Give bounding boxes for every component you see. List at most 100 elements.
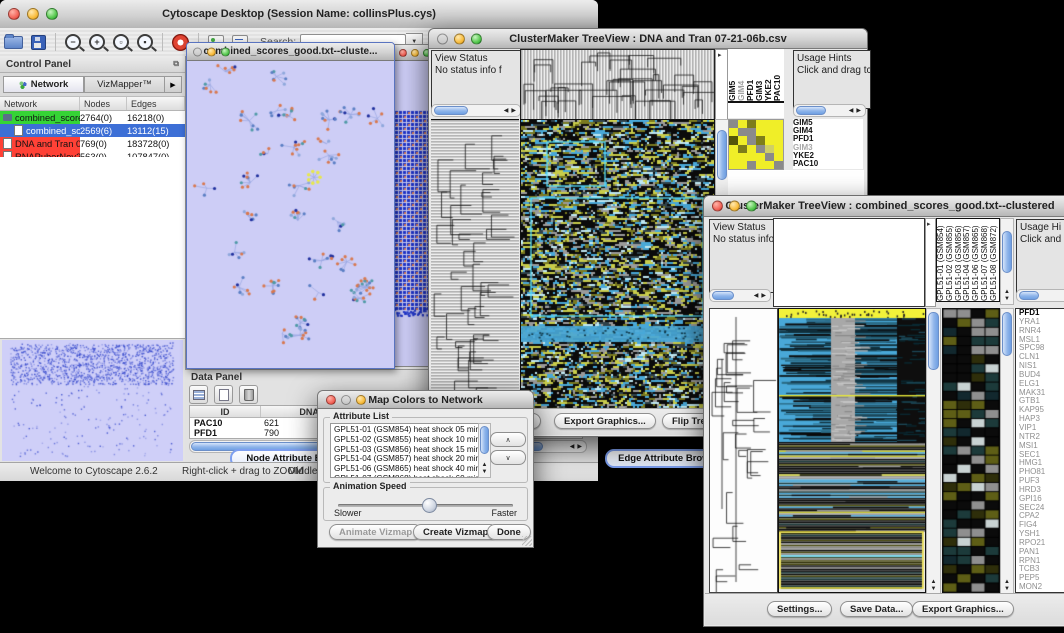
view-status-hscrollbar[interactable]: ◀▶: [709, 289, 771, 302]
heatmap-cell[interactable]: [747, 128, 756, 136]
animation-speed-slider[interactable]: [338, 504, 513, 507]
zoom-heatmap-matrix[interactable]: [728, 119, 784, 170]
zoom-window-icon[interactable]: [746, 201, 757, 212]
dialog-titlebar[interactable]: Map Colors to Network: [318, 391, 533, 409]
save-session-button[interactable]: [31, 32, 46, 52]
treeview1-titlebar[interactable]: ClusterMaker TreeView : DNA and Tran 07-…: [429, 29, 867, 49]
heatmap-cell[interactable]: [747, 153, 756, 161]
zoom-fit-button[interactable]: ▫: [113, 32, 129, 52]
attribute-item[interactable]: GPL51-01 (GSM854) heat shock 05 min: [334, 425, 478, 435]
heatmap-cell[interactable]: [729, 136, 738, 144]
zoom-vscrollbar[interactable]: ▲▼: [1000, 308, 1014, 595]
heatmap-cell[interactable]: [738, 128, 747, 136]
animate-vizmap-button[interactable]: Animate Vizmap: [329, 524, 422, 540]
close-icon[interactable]: [399, 49, 407, 57]
zoom-heatmap-canvas[interactable]: [942, 308, 1000, 593]
heatmap-cell[interactable]: [756, 153, 765, 161]
heatmap-cell[interactable]: [774, 145, 783, 153]
row-dendrogram-canvas[interactable]: [709, 308, 778, 593]
heatmap-cell[interactable]: [774, 120, 783, 128]
column-dendrogram-canvas[interactable]: [520, 49, 715, 120]
new-attribute-button[interactable]: [214, 385, 233, 404]
minimize-icon[interactable]: [729, 201, 740, 212]
scrollbar-thumb[interactable]: [717, 130, 727, 180]
global-vscrollbar[interactable]: ▲▼: [926, 308, 941, 595]
heatmap-cell[interactable]: [756, 128, 765, 136]
table-row[interactable]: DNA and Tran 07 769(0) 183728(0): [0, 137, 185, 150]
dense-network-canvas[interactable]: [394, 61, 432, 365]
view-status-hscrollbar[interactable]: ◀▶: [431, 104, 521, 117]
scrollbar-thumb[interactable]: [796, 106, 826, 115]
scrollbar-thumb[interactable]: [480, 426, 489, 454]
save-data-button[interactable]: Save Data...: [840, 601, 913, 617]
move-down-button[interactable]: ∨: [490, 450, 526, 465]
close-icon[interactable]: [8, 8, 20, 20]
table-row[interactable]: combined_sco 2569(6) 13112(15): [0, 124, 185, 137]
minimize-icon[interactable]: [207, 47, 216, 56]
minimize-icon[interactable]: [341, 395, 351, 405]
more-tabs-button[interactable]: ▶: [165, 76, 182, 93]
attribute-item[interactable]: GPL51-07 (GSM868) heat shock 60 min: [334, 474, 478, 478]
birdseye-overview[interactable]: [2, 340, 183, 461]
usage-hints-hscrollbar[interactable]: ◀▶: [793, 104, 866, 117]
heatmap-cell[interactable]: [729, 153, 738, 161]
export-graphics-button[interactable]: Export Graphics...: [912, 601, 1014, 617]
heatmap-cell[interactable]: [729, 145, 738, 153]
minimize-icon[interactable]: [27, 8, 39, 20]
attribute-item[interactable]: GPL51-06 (GSM865) heat shock 40 min: [334, 464, 478, 474]
heatmap-cell[interactable]: [729, 161, 738, 169]
heatmap-cell[interactable]: [747, 136, 756, 144]
heatmap-cell[interactable]: [756, 145, 765, 153]
main-titlebar[interactable]: Cytoscape Desktop (Session Name: collins…: [0, 0, 598, 29]
slider-thumb[interactable]: [422, 498, 437, 513]
splitter-strip[interactable]: ▸: [715, 49, 728, 120]
heatmap-cell[interactable]: [747, 161, 756, 169]
splitter-strip[interactable]: ▸: [925, 218, 936, 307]
gene-label[interactable]: MON2: [1019, 583, 1064, 592]
heatmap-cell[interactable]: [756, 161, 765, 169]
attribute-list[interactable]: GPL51-01 (GSM854) heat shock 05 min GPL51…: [330, 423, 479, 478]
attribute-item[interactable]: GPL51-03 (GSM856) heat shock 15 min: [334, 445, 478, 455]
heatmap-cell[interactable]: [765, 120, 774, 128]
heatmap-cell[interactable]: [738, 161, 747, 169]
heatmap-cell[interactable]: [738, 153, 747, 161]
heatmap-cell[interactable]: [747, 120, 756, 128]
zoom-selected-button[interactable]: ▪: [137, 32, 153, 52]
heatmap-cell[interactable]: [738, 145, 747, 153]
heatmap-cell[interactable]: [756, 120, 765, 128]
network-view-window[interactable]: combined_scores_good.txt--cluste...: [186, 42, 395, 369]
scrollbar-thumb[interactable]: [712, 291, 734, 300]
scrollbar-thumb[interactable]: [1002, 231, 1012, 273]
heatmap-cell[interactable]: [756, 136, 765, 144]
attribute-item[interactable]: GPL51-04 (GSM857) heat shock 20 min: [334, 454, 478, 464]
heatmap-cell[interactable]: [729, 120, 738, 128]
minimize-icon[interactable]: [454, 33, 465, 44]
zoom-window-icon[interactable]: [356, 395, 366, 405]
global-heatmap-canvas[interactable]: [520, 119, 715, 411]
minimize-icon[interactable]: [411, 49, 419, 57]
tab-network[interactable]: Network: [3, 76, 84, 93]
zoom-window-icon[interactable]: [471, 33, 482, 44]
column-labels-vscrollbar[interactable]: ▲▼: [1000, 218, 1014, 305]
network-window-titlebar[interactable]: combined_scores_good.txt--cluste...: [187, 43, 394, 61]
scrollbar-arrows[interactable]: ◀▶: [570, 443, 586, 450]
scrollbar-thumb[interactable]: [1002, 312, 1012, 356]
heatmap-cell[interactable]: [765, 136, 774, 144]
heatmap-cell[interactable]: [765, 128, 774, 136]
zoom-out-button[interactable]: −: [65, 32, 81, 52]
row-dendrogram-canvas[interactable]: [431, 119, 519, 410]
heatmap-cell[interactable]: [747, 145, 756, 153]
scrollbar-thumb[interactable]: [1019, 291, 1039, 300]
heatmap-cell[interactable]: [774, 136, 783, 144]
gene-list[interactable]: PFD1YRA1RNR4MSL1SPC98CLN1NIS1BUD4ELG1MAK…: [1015, 308, 1064, 593]
close-icon[interactable]: [326, 395, 336, 405]
global-heatmap-canvas[interactable]: [778, 308, 926, 593]
scrollbar-thumb[interactable]: [928, 312, 939, 370]
heatmap-cell[interactable]: [774, 161, 783, 169]
heatmap-cell[interactable]: [774, 153, 783, 161]
zoom-window-icon[interactable]: [221, 47, 230, 56]
attribute-list-vscrollbar[interactable]: ▲▼: [478, 423, 491, 478]
heatmap-cell[interactable]: [765, 145, 774, 153]
network-view-canvas[interactable]: [187, 61, 392, 367]
float-panel-icon[interactable]: ⧉: [173, 59, 179, 69]
